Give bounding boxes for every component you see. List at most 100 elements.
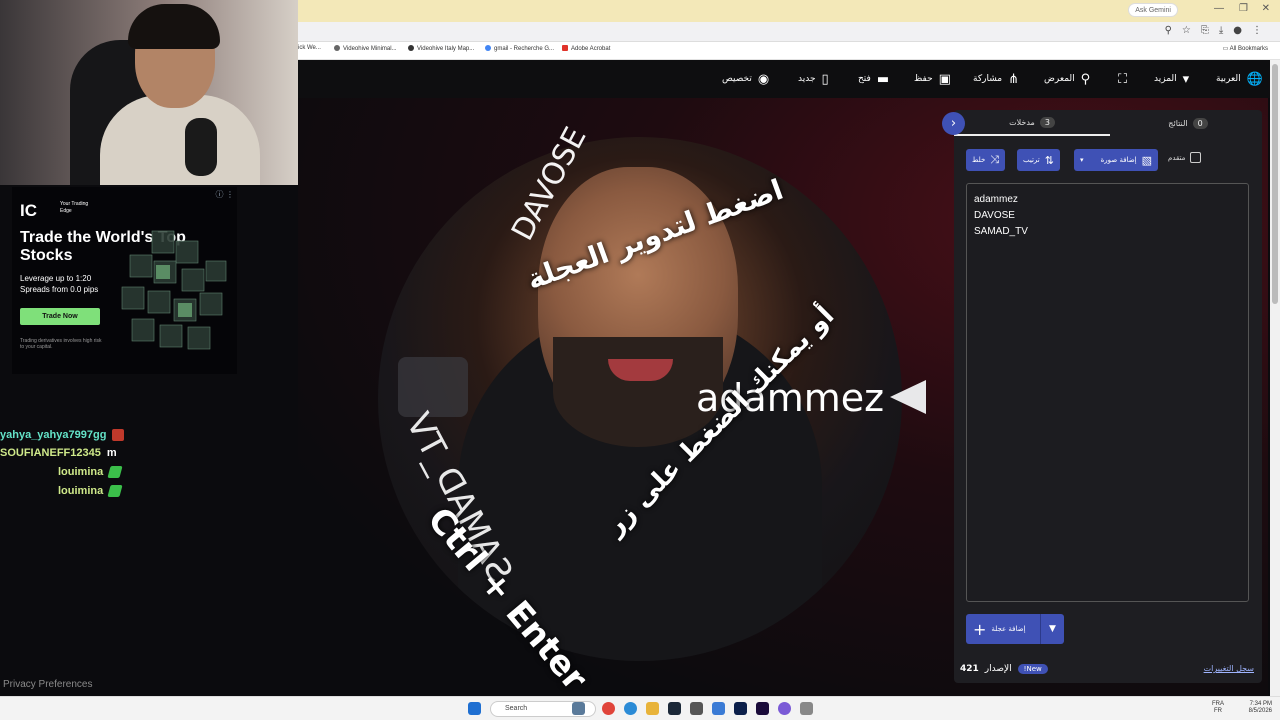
app-icon[interactable]	[778, 702, 791, 715]
language-button[interactable]: 🌐 العربية	[1216, 60, 1263, 98]
advanced-toggle[interactable]: متقدم	[1168, 152, 1202, 163]
bookmark-item[interactable]: Adobe Acrobat	[562, 45, 610, 52]
save-icon: ▣	[938, 71, 951, 87]
chat-message: louimina	[58, 464, 123, 480]
google-icon	[485, 45, 491, 51]
edge-icon[interactable]	[624, 702, 637, 715]
add-wheel-dropdown[interactable]: ▼	[1040, 614, 1064, 644]
emote-icon	[107, 485, 123, 497]
system-clock[interactable]: 7:34 PM 8/5/2026	[1249, 701, 1272, 715]
add-image-button[interactable]: ▧ إضافة صورة ▾	[1074, 149, 1158, 171]
plus-icon: +	[973, 619, 987, 639]
bookmark-item[interactable]: gmail - Recherche G...	[485, 45, 554, 52]
all-bookmarks-button[interactable]: ▭ All Bookmarks	[1223, 45, 1268, 52]
windows-start-icon[interactable]	[468, 702, 481, 715]
emote-icon	[107, 466, 123, 478]
ad-cubes-graphic	[121, 230, 227, 350]
entries-count-badge: 3	[1039, 116, 1055, 128]
entry-line: SAMAD_TV	[974, 226, 1028, 237]
chat-message: louimina	[58, 483, 123, 499]
emote-icon	[112, 429, 125, 441]
webcam-hair	[128, 4, 220, 49]
customize-button[interactable]: ◉ تخصيص	[722, 60, 769, 98]
bookmark-favicon-icon	[408, 45, 414, 51]
ad-info-icon[interactable]: ⓘ ⋮	[215, 189, 234, 200]
ad-subtext: Leverage up to 1:20 Spreads from 0.0 pip…	[20, 274, 99, 294]
entries-panel: 3 مدخلات 0 النتائج ⤨ خلط ⇅ ترتيب ▧ إضافة صو…	[954, 110, 1262, 683]
ad-tagline: Your Trading Edge	[60, 201, 89, 214]
app-icon[interactable]	[690, 702, 703, 715]
webcam-shirt	[100, 95, 260, 185]
save-button[interactable]: ▣ حفظ	[914, 60, 951, 98]
sort-button[interactable]: ⇅ ترتيب	[1017, 149, 1060, 171]
privacy-preferences-link[interactable]: Privacy Preferences	[3, 679, 92, 690]
new-button[interactable]: ▯ جديد	[798, 60, 829, 98]
webcam-overlay	[0, 0, 298, 185]
bookmark-favicon-icon	[334, 45, 340, 51]
page-scrollbar[interactable]	[1270, 60, 1280, 696]
image-icon: ▧	[1141, 153, 1152, 167]
shuffle-button[interactable]: ⤨ خلط	[966, 149, 1006, 171]
add-wheel-button[interactable]: + إضافة عجلة ▼	[966, 614, 1064, 644]
chevron-down-icon[interactable]: ▾	[1080, 156, 1084, 164]
advertisement[interactable]: ⓘ ⋮ IC Your Trading Edge Trade the World…	[12, 187, 237, 374]
open-button[interactable]: ▬ فتح	[858, 60, 889, 98]
restore-icon[interactable]: ❐	[1239, 3, 1248, 14]
entry-line: adammez	[974, 194, 1018, 205]
chevron-down-icon: ▼	[1049, 624, 1056, 634]
close-icon[interactable]: ✕	[1262, 3, 1270, 14]
minimize-icon[interactable]: —	[1214, 3, 1224, 14]
widgets-icon[interactable]	[572, 702, 585, 715]
gallery-button[interactable]: ⚲ المعرض	[1044, 60, 1090, 98]
tab-results[interactable]: 0 النتائج	[1114, 110, 1262, 136]
bookmark-item[interactable]: Videohive Minimal...	[334, 45, 397, 52]
ad-cta-button[interactable]: Trade Now	[20, 308, 100, 325]
collapse-panel-button[interactable]: ›	[942, 112, 965, 135]
version-info: New! الإصدار 421	[960, 664, 1048, 674]
steam-icon[interactable]	[668, 702, 681, 715]
changelog-link[interactable]: سجل التغييرات	[1204, 664, 1254, 673]
palette-icon: ◉	[757, 71, 770, 87]
more-button[interactable]: ▾ المزيد	[1154, 60, 1189, 98]
premiere-icon[interactable]	[756, 702, 769, 715]
scrollbar-thumb[interactable]	[1272, 64, 1278, 304]
new-badge[interactable]: New!	[1017, 664, 1048, 674]
sort-icon: ⇅	[1044, 153, 1054, 167]
shuffle-icon: ⤨	[990, 153, 1000, 166]
chevron-right-icon: ›	[950, 116, 957, 131]
acrobat-icon	[562, 45, 568, 51]
language-indicator[interactable]: FRA FR	[1212, 701, 1224, 715]
folder-icon: ▬	[876, 71, 890, 87]
folder-icon: ▭	[1222, 46, 1230, 52]
microphone-icon	[185, 118, 217, 176]
add-wheel-main[interactable]: + إضافة عجلة	[966, 614, 1040, 644]
wheel-pointer-icon	[890, 380, 926, 414]
ad-fine-print: Trading derivatives involves high risk t…	[20, 338, 102, 350]
address-bar-actions[interactable]: ⚲☆⎘⤓●⋮	[1165, 25, 1272, 36]
app-icon[interactable]	[712, 702, 725, 715]
file-icon: ▯	[821, 71, 829, 87]
fullscreen-icon: ⛶	[1118, 71, 1128, 87]
share-icon: ⋔	[1008, 71, 1019, 87]
results-count-badge: 0	[1192, 117, 1208, 129]
app-icon[interactable]	[800, 702, 813, 715]
entry-line: DAVOSE	[974, 210, 1015, 221]
panel-footer: New! الإصدار 421 سجل التغييرات	[954, 658, 1262, 682]
ad-logo: IC	[20, 201, 37, 220]
share-button[interactable]: ⋔ مشاركة	[973, 60, 1019, 98]
windows-taskbar: Search FRA FR 7:34 PM 8/5/2026	[0, 696, 1280, 720]
bookmark-item[interactable]: Videohive Italy Map...	[408, 45, 474, 52]
fullscreen-button[interactable]: ⛶	[1118, 60, 1127, 98]
chevron-down-icon: ▾	[1182, 71, 1190, 87]
ask-gemini-button[interactable]: Ask Gemini	[1128, 3, 1178, 17]
photoshop-icon[interactable]	[734, 702, 747, 715]
entries-textarea[interactable]: adammez DAVOSE SAMAD_TV	[966, 183, 1249, 602]
advanced-checkbox[interactable]	[1190, 152, 1202, 163]
bookmark-item[interactable]: ick We...	[298, 45, 321, 51]
tab-entries[interactable]: 3 مدخلات	[954, 110, 1110, 136]
chat-message: yahya_yahya7997gg	[0, 427, 125, 443]
chat-message: SOUFIANEFF12345 m	[0, 447, 117, 459]
file-explorer-icon[interactable]	[646, 702, 659, 715]
search-icon: ⚲	[1080, 71, 1091, 87]
chrome-icon[interactable]	[602, 702, 615, 715]
